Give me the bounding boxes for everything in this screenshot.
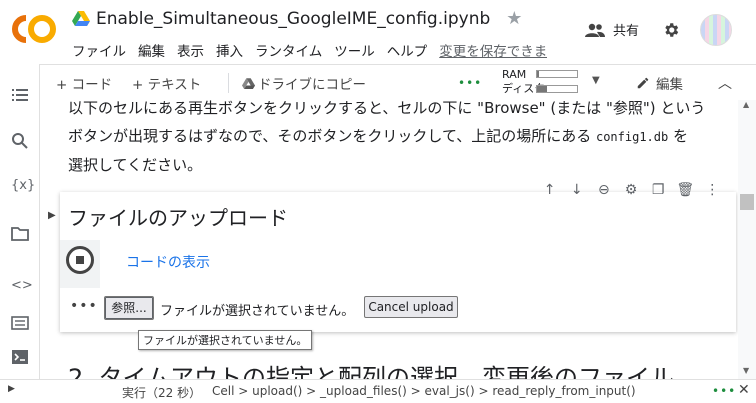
cell-collapse-icon[interactable]: ▶ xyxy=(48,210,56,221)
menu-insert[interactable]: 挿入 xyxy=(216,40,243,60)
show-code-link[interactable]: コードの表示 xyxy=(126,252,210,272)
save-changes-link[interactable]: 変更を保存できま xyxy=(439,40,547,60)
add-code-button[interactable]: + コード xyxy=(56,73,112,93)
move-down-icon[interactable]: ↓ xyxy=(567,182,587,198)
menu-edit[interactable]: 編集 xyxy=(138,40,165,60)
file-tooltip: ファイルが選択されていません。 xyxy=(138,330,313,350)
call-trace: Cell > upload() > _upload_files() > eval… xyxy=(212,384,636,398)
run-area xyxy=(60,240,100,288)
notebook-title[interactable]: Enable_Simultaneous_GoogleIME_config.ipy… xyxy=(96,9,490,29)
trace-item: upload() xyxy=(252,384,303,398)
search-icon[interactable] xyxy=(11,132,29,150)
delete-icon[interactable]: 🗑 xyxy=(675,182,695,198)
filename-code: config1.db xyxy=(595,130,669,144)
status-bar: ▶ 実行（22 秒） Cell > upload() > _upload_fil… xyxy=(0,379,756,403)
drive-icon xyxy=(72,10,90,26)
menu-runtime[interactable]: ランタイム xyxy=(255,40,322,60)
variables-icon[interactable]: {x} xyxy=(11,178,35,196)
menu-view[interactable]: 表示 xyxy=(177,40,204,60)
close-icon[interactable]: ✕ xyxy=(738,382,750,398)
disk-bar xyxy=(536,85,578,93)
trace-item: eval_js() xyxy=(424,384,475,398)
menu-help[interactable]: ヘルプ xyxy=(387,40,428,60)
cancel-upload-button[interactable]: Cancel upload xyxy=(364,296,458,318)
colab-logo[interactable] xyxy=(12,14,56,44)
stop-execution-button[interactable] xyxy=(66,246,94,274)
scroll-thumb[interactable] xyxy=(740,194,754,210)
colab-window: Enable_Simultaneous_GoogleIME_config.ipy… xyxy=(0,0,756,403)
status-expand-icon[interactable]: ▶ xyxy=(8,384,15,394)
text-line-2a: ボタンが出現するはずなので、そのボタンをクリックして、上記の場所にある xyxy=(68,127,596,145)
cell-toolbar: ↑ ↓ ⊖ ⚙ ❐ 🗑 ⋮ xyxy=(536,178,726,202)
menu-tools[interactable]: ツール xyxy=(334,40,375,60)
star-icon[interactable]: ★ xyxy=(506,8,522,29)
text-line-1: 以下のセルにある再生ボタンをクリックすると、セルの下に "Browse" (また… xyxy=(68,100,706,117)
trace-item: read_reply_from_input() xyxy=(492,384,636,398)
notebook-toolbar: + コード + テキスト ドライブにコピー ••• RAM ディスク ▼ 編集 … xyxy=(40,64,756,100)
scroll-up-icon[interactable]: ▲ xyxy=(743,100,749,109)
browse-button[interactable]: 参照... xyxy=(104,296,154,320)
avatar[interactable] xyxy=(700,14,732,46)
share-button[interactable]: 共有 xyxy=(585,20,639,39)
text-line-3: 選択してください。 xyxy=(68,156,203,174)
more-vert-icon[interactable]: ⋮ xyxy=(702,182,722,198)
menu-file[interactable]: ファイル xyxy=(72,40,126,60)
mirror-cell-icon[interactable]: ❐ xyxy=(648,182,668,198)
ram-bar xyxy=(536,70,578,78)
terminal-icon[interactable] xyxy=(11,348,29,366)
left-sidebar: {x} <> xyxy=(0,64,40,379)
toc-icon[interactable] xyxy=(11,86,29,104)
move-up-icon[interactable]: ↑ xyxy=(540,182,560,198)
copy-to-drive-label: ドライブにコピー xyxy=(258,77,366,93)
output-menu-icon[interactable]: ••• xyxy=(70,298,98,314)
share-label: 共有 xyxy=(613,24,640,39)
text-line-2b: を xyxy=(668,127,689,145)
command-palette-icon[interactable] xyxy=(11,314,29,332)
add-text-button[interactable]: + テキスト xyxy=(132,73,201,93)
chevron-up-icon[interactable]: ︿ xyxy=(718,73,732,93)
pencil-icon xyxy=(637,77,649,89)
notebook-content: 以下のセルにある再生ボタンをクリックすると、セルの下に "Browse" (また… xyxy=(40,100,738,379)
connected-indicator-icon[interactable]: ••• xyxy=(458,76,482,90)
drive-copy-icon xyxy=(242,78,255,90)
edit-button[interactable]: 編集 xyxy=(636,73,683,93)
disk-bar-fill xyxy=(537,86,547,92)
code-cell[interactable]: ファイルのアップロード コードの表示 ••• 参照... ファイルが選択されてい… xyxy=(60,192,736,332)
chevron-down-icon[interactable]: ▼ xyxy=(592,75,600,86)
link-icon[interactable]: ⊖ xyxy=(594,182,614,198)
text-line-2: ボタンが出現するはずなので、そのボタンをクリックして、上記の場所にある conf… xyxy=(68,122,738,151)
gear-icon[interactable] xyxy=(662,21,680,39)
edit-label: 編集 xyxy=(656,77,683,93)
status-dots-icon[interactable]: ••• xyxy=(712,384,736,398)
copy-to-drive-button[interactable]: ドライブにコピー xyxy=(242,73,366,93)
trace-item: Cell xyxy=(212,384,235,398)
stop-icon xyxy=(76,256,84,264)
scroll-down-icon[interactable]: ▼ xyxy=(743,366,749,375)
form-title: ファイルのアップロード xyxy=(68,206,288,230)
menu-bar: ファイル 編集 表示 挿入 ランタイム ツール ヘルプ 変更を保存できま xyxy=(72,40,547,60)
trace-item: _upload_files() xyxy=(320,384,407,398)
cell-settings-icon[interactable]: ⚙ xyxy=(621,182,641,198)
ram-bar-fill xyxy=(537,71,539,77)
code-snippets-icon[interactable]: <> xyxy=(11,278,33,296)
section-heading: 2. タイムアウトの指定と配列の選択、変更後のファイル xyxy=(68,364,675,379)
no-file-text: ファイルが選択されていません。 xyxy=(160,304,355,319)
execution-time: 実行（22 秒） xyxy=(122,386,202,400)
folder-icon[interactable] xyxy=(11,224,29,242)
text-cell[interactable]: 以下のセルにある再生ボタンをクリックすると、セルの下に "Browse" (また… xyxy=(68,100,738,179)
scrollbar[interactable]: ▲ ▼ xyxy=(738,100,756,379)
people-icon xyxy=(585,23,605,37)
toolbar-divider xyxy=(228,73,229,93)
